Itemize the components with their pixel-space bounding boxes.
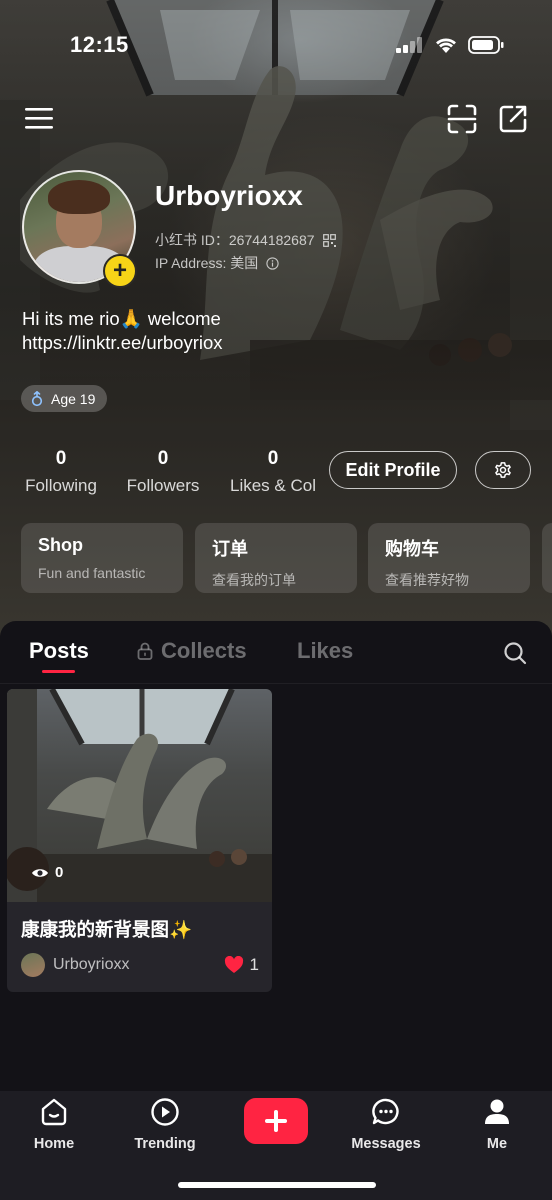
bio-link[interactable]: https://linktr.ee/urboyriox: [22, 331, 223, 355]
add-story-button[interactable]: +: [103, 254, 137, 288]
tab-collects[interactable]: Collects: [137, 638, 247, 664]
nav-label: Messages: [351, 1136, 421, 1152]
bio: Hi its me rio🙏 welcome https://linktr.ee…: [22, 307, 223, 355]
cellular-signal-icon: [396, 37, 424, 58]
gear-icon: [495, 462, 511, 478]
card-title: 订单: [212, 539, 248, 559]
like-button[interactable]: 1: [224, 955, 259, 975]
chat-bubble-icon: [372, 1098, 399, 1125]
share-button[interactable]: [497, 103, 529, 135]
post-thumbnail[interactable]: 0: [7, 689, 272, 902]
stat-likes-collects[interactable]: 0 Likes & Col: [226, 448, 320, 496]
profile-tabs: Posts Collects Likes: [0, 621, 552, 684]
nav-label: Me: [486, 1136, 508, 1152]
ip-address: IP Address: 美国: [155, 253, 279, 273]
tab-likes[interactable]: Likes: [297, 638, 353, 664]
scan-icon: [447, 104, 477, 134]
stat-followers[interactable]: 0 Followers: [123, 448, 203, 496]
card-orders[interactable]: 订单 查看我的订单: [195, 523, 357, 593]
scan-button[interactable]: [446, 103, 478, 135]
hamburger-menu-icon: [25, 108, 53, 129]
stat-value: 0: [55, 448, 67, 469]
status-time: 12:15: [70, 32, 129, 57]
card-subtitle: 查看推荐好物: [385, 572, 469, 588]
tab-label: Likes: [297, 638, 354, 663]
author-avatar: [21, 953, 45, 977]
menu-button[interactable]: [24, 104, 54, 132]
age-tag-label: Age 19: [51, 390, 96, 407]
card-subtitle: 查看我的订单: [212, 572, 296, 588]
author-name: Urboyrioxx: [53, 956, 130, 973]
view-count: 0: [31, 864, 63, 881]
bio-text: Hi its me rio🙏 welcome: [22, 308, 221, 329]
nav-messages[interactable]: Messages: [341, 1097, 431, 1152]
stat-following[interactable]: 0 Following: [21, 448, 101, 496]
active-tab-indicator: [42, 670, 75, 673]
ip-address-text: IP Address: 美国: [155, 255, 259, 271]
nav-label: Home: [33, 1136, 75, 1152]
view-count-value: 0: [55, 864, 64, 881]
post-card[interactable]: 0 康康我的新背景图✨ Urboyrioxx 1: [7, 689, 272, 992]
nav-label: Trending: [134, 1136, 196, 1152]
home-icon: [41, 1098, 67, 1126]
tab-label: Posts: [29, 638, 89, 663]
person-icon: [485, 1099, 509, 1124]
search-button[interactable]: [502, 640, 528, 666]
home-indicator: [178, 1182, 376, 1188]
user-id[interactable]: 小红书 ID：26744182687: [155, 230, 336, 250]
stat-value: 0: [157, 448, 169, 469]
wifi-icon: [434, 36, 458, 59]
settings-button[interactable]: [475, 451, 531, 489]
card-shop[interactable]: Shop Fun and fantastic: [21, 523, 183, 593]
eye-icon: [32, 868, 48, 877]
tab-posts[interactable]: Posts: [29, 638, 89, 664]
card-cart[interactable]: 购物车 查看推荐好物: [368, 523, 530, 593]
stat-label: Following: [25, 476, 97, 495]
user-id-text: 小红书 ID：26744182687: [155, 232, 315, 248]
battery-icon: [468, 36, 504, 59]
status-icons: [396, 36, 504, 59]
card-title: Shop: [38, 535, 83, 555]
card-title: 购物车: [385, 539, 439, 559]
post-author[interactable]: Urboyrioxx: [21, 953, 129, 977]
username: Urboyrioxx: [155, 180, 303, 211]
card-subtitle: Fun and fantastic: [38, 565, 146, 581]
edit-profile-button[interactable]: Edit Profile: [329, 451, 457, 489]
like-count: 1: [249, 955, 259, 974]
share-icon: [499, 105, 527, 133]
card-more-peek[interactable]: [542, 523, 552, 593]
nav-home[interactable]: Home: [9, 1097, 99, 1152]
stat-value: 0: [267, 448, 279, 469]
plus-icon: [265, 1110, 287, 1132]
nav-me[interactable]: Me: [452, 1097, 542, 1152]
stat-label: Likes & Col: [230, 476, 316, 495]
nav-create-button[interactable]: [244, 1098, 308, 1144]
heart-icon: [224, 956, 243, 973]
nav-trending[interactable]: Trending: [120, 1097, 210, 1152]
post-title: 康康我的新背景图✨: [21, 919, 193, 940]
search-icon: [504, 642, 527, 665]
play-circle-icon: [151, 1098, 179, 1126]
info-icon[interactable]: [266, 256, 279, 270]
content-panel: Posts Collects Likes 0 康康我的新背景图✨ Urboyri…: [0, 621, 552, 1091]
stat-label: Followers: [126, 476, 200, 495]
post-meta: Urboyrioxx 1: [21, 953, 259, 977]
age-tag: Age 19: [21, 385, 108, 412]
lock-icon: [137, 642, 153, 660]
qr-code-icon[interactable]: [322, 233, 336, 247]
tab-label: Collects: [161, 638, 247, 663]
male-gender-icon: [31, 390, 43, 406]
